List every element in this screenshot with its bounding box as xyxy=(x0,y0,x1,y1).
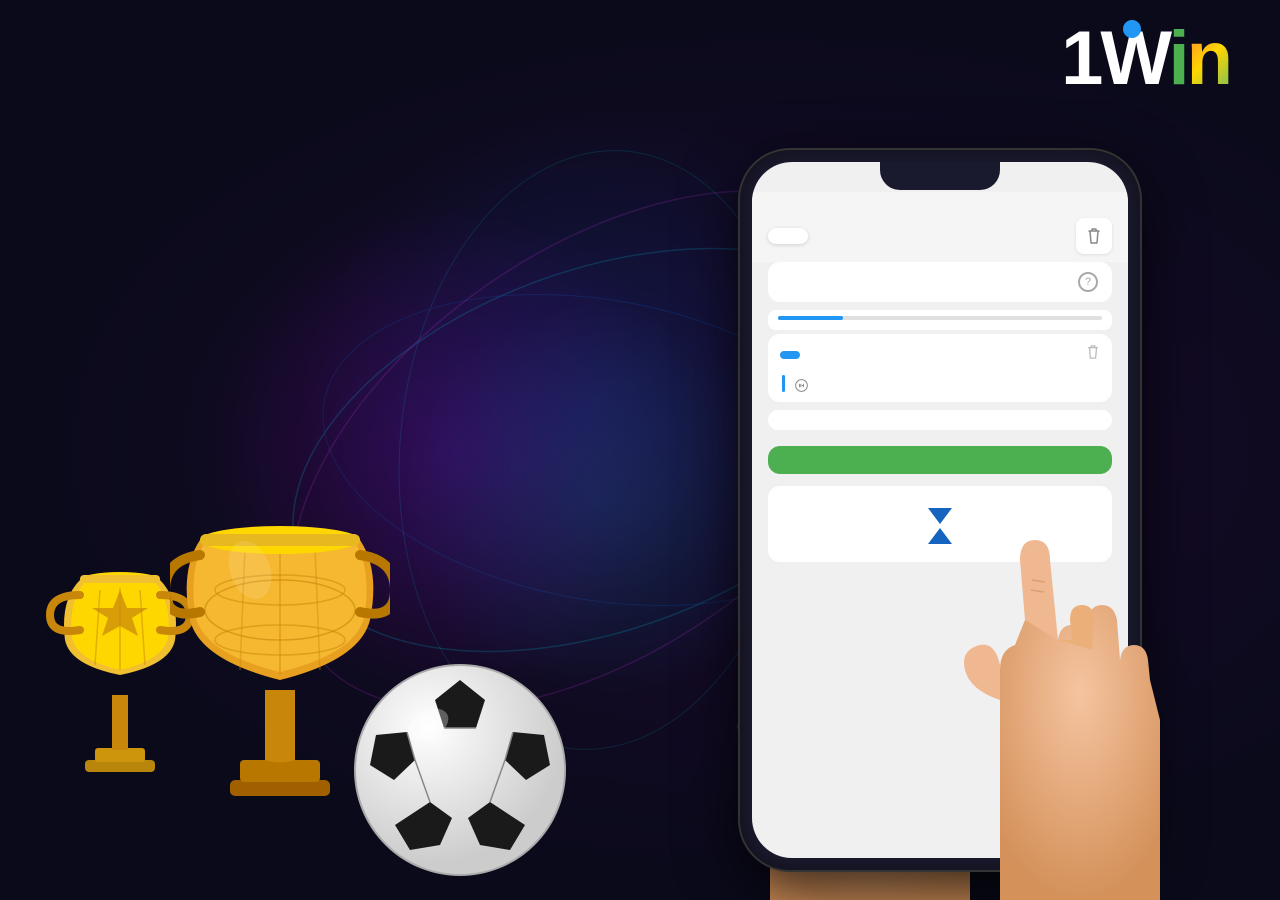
bet-detail xyxy=(785,375,1112,392)
progress-track xyxy=(778,316,1102,320)
soccer-ball xyxy=(350,660,570,880)
tab-single[interactable] xyxy=(768,228,808,244)
bet-league xyxy=(795,379,812,392)
trophies-area xyxy=(0,150,620,900)
promo-banner: ? xyxy=(768,262,1112,302)
bet-item xyxy=(768,334,1112,402)
phone-notch xyxy=(880,162,1000,190)
tab-multiple[interactable] xyxy=(812,228,852,244)
hand-right xyxy=(920,420,1240,900)
logo-dot xyxy=(1123,20,1141,38)
progress-area xyxy=(768,310,1112,330)
app-header xyxy=(752,192,1128,210)
bet-info-row xyxy=(795,379,1112,392)
remove-bet-icon xyxy=(1086,344,1100,360)
bet-odds xyxy=(780,351,800,359)
logo: 1Win xyxy=(1061,15,1230,102)
esports-icon xyxy=(795,379,808,392)
clear-bets-button[interactable] xyxy=(1076,218,1112,254)
tab-series[interactable] xyxy=(856,228,896,244)
progress-fill xyxy=(778,316,843,320)
bet-item-header xyxy=(768,334,1112,375)
trash-icon xyxy=(1086,227,1102,245)
logo-text: 1Win xyxy=(1061,16,1230,101)
promo-help-icon[interactable]: ? xyxy=(1078,272,1098,292)
remove-bet-button[interactable] xyxy=(1086,344,1100,365)
bet-detail-row xyxy=(768,375,1112,402)
tabs-row xyxy=(752,210,1128,262)
